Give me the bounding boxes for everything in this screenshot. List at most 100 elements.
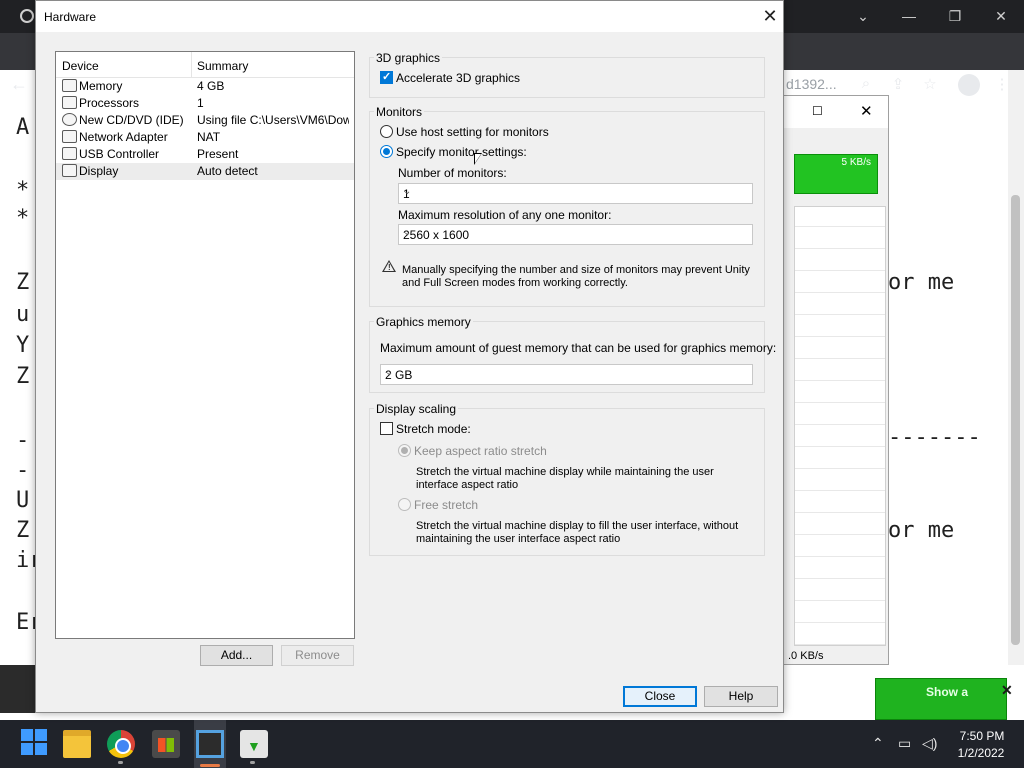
processor-icon [62, 96, 77, 109]
keep-aspect-label[interactable]: Keep aspect ratio stretch [414, 444, 547, 458]
column-header-device[interactable]: Device [62, 59, 99, 73]
profile-avatar-icon[interactable] [958, 74, 980, 96]
device-name: New CD/DVD (IDE) [79, 113, 184, 127]
clock-time[interactable]: 7:50 PM [955, 729, 1009, 743]
device-name: Display [79, 164, 119, 178]
use-host-label[interactable]: Use host setting for monitors [396, 125, 549, 139]
device-list[interactable]: Device Summary Memory 4 GB Processors 1 … [55, 51, 355, 639]
notification-text: Show a [926, 685, 969, 699]
num-monitors-select[interactable]: 1 ⌄ [398, 183, 753, 204]
device-name: Network Adapter [79, 130, 168, 144]
graphics-memory-select[interactable]: 2 GB ⌄ [380, 364, 753, 385]
traffic-graph [794, 206, 886, 646]
terminal-text: or me [888, 270, 955, 295]
device-summary: 1 [197, 96, 204, 110]
usb-controller-icon [62, 147, 77, 160]
column-divider[interactable] [191, 52, 192, 78]
terminal-text: Z [16, 518, 30, 543]
specify-monitor-label[interactable]: Specify monitor settings: [396, 145, 527, 159]
share-icon[interactable]: ⇪ [888, 75, 908, 93]
traffic-bar: 5 KB/s [794, 154, 878, 194]
zoom-icon[interactable]: ⌕ [856, 75, 876, 92]
maximize-icon[interactable]: ☐ [812, 104, 823, 118]
memory-icon [62, 79, 77, 92]
chevron-down-icon: ⌄ [385, 367, 394, 378]
traffic-rate: 5 KB/s [841, 157, 871, 168]
free-stretch-desc: Stretch the virtual machine display to f… [416, 520, 739, 545]
terminal-text: * [16, 206, 30, 231]
hardware-dialog: Hardware ✕ Device Summary Memory 4 GB Pr… [35, 0, 784, 713]
add-button[interactable]: Add... [200, 645, 273, 666]
monitor-close-icon[interactable]: ✕ [860, 102, 873, 120]
chevron-down-icon: ⌄ [403, 227, 412, 238]
vmware-icon[interactable] [196, 730, 224, 758]
dialog-titlebar: Hardware ✕ [36, 1, 783, 32]
bookmark-star-icon[interactable]: ☆ [920, 75, 940, 93]
monitor-warning-text: Manually specifying the number and size … [402, 264, 750, 289]
stretch-mode-label[interactable]: Stretch mode: [396, 422, 471, 436]
device-row-cd-dvd[interactable]: New CD/DVD (IDE) Using file C:\Users\VM6… [56, 112, 354, 129]
globe-icon [20, 9, 34, 23]
file-explorer-icon[interactable] [63, 730, 91, 758]
scrollbar-thumb[interactable] [1011, 195, 1020, 645]
close-button[interactable]: Close [623, 686, 697, 707]
background-app-strip [0, 665, 36, 713]
network-icon[interactable]: ▭ [898, 735, 911, 752]
dialog-close-icon[interactable]: ✕ [758, 5, 782, 27]
device-name: USB Controller [79, 147, 160, 161]
store-icon[interactable] [152, 730, 180, 758]
help-button[interactable]: Help [704, 686, 778, 707]
specify-monitor-radio[interactable] [380, 145, 393, 158]
chrome-icon[interactable] [107, 730, 135, 758]
device-row-processors[interactable]: Processors 1 [56, 95, 354, 112]
column-header-summary[interactable]: Summary [197, 59, 248, 73]
monitor-status: .0 KB/s [788, 650, 824, 662]
active-app-indicator [200, 764, 220, 767]
terminal-text: Z [16, 364, 30, 389]
browser-close-icon[interactable]: ✕ [978, 4, 1024, 28]
notification-popup[interactable]: Show a [875, 678, 1007, 720]
keep-aspect-radio[interactable] [398, 444, 411, 457]
group-label-graphics-memory: Graphics memory [374, 315, 473, 329]
terminal-text: A [16, 115, 30, 140]
terminal-text: - [16, 428, 30, 453]
free-stretch-label[interactable]: Free stretch [414, 498, 478, 512]
chevron-down-icon[interactable]: ⌄ [840, 4, 886, 28]
keep-aspect-desc: Stretch the virtual machine display whil… [416, 466, 714, 491]
download-app-icon[interactable] [240, 730, 268, 758]
device-row-network-adapter[interactable]: Network Adapter NAT [56, 129, 354, 146]
group-label-monitors: Monitors [374, 105, 425, 119]
terminal-text: Z [16, 270, 30, 295]
accelerate-3d-checkbox[interactable] [380, 70, 393, 84]
windows-start-icon[interactable] [20, 728, 48, 756]
free-stretch-radio[interactable] [398, 498, 411, 511]
remove-button[interactable]: Remove [281, 645, 354, 666]
notification-close-icon[interactable]: ✕ [1001, 682, 1013, 699]
device-row-memory[interactable]: Memory 4 GB [56, 78, 354, 95]
max-resolution-label: Maximum resolution of any one monitor: [398, 208, 612, 222]
restore-icon[interactable]: ❐ [932, 4, 978, 28]
terminal-text: u [16, 302, 30, 327]
terminal-text: U [16, 488, 30, 513]
terminal-text: - [16, 458, 30, 483]
use-host-radio[interactable] [380, 125, 393, 138]
network-monitor-window: ☐ ✕ 5 KB/s .0 KB/s [783, 95, 889, 665]
back-arrow-icon[interactable]: ← [10, 75, 28, 93]
device-list-header: Device Summary [56, 52, 354, 78]
display-icon [62, 164, 77, 177]
minimize-icon[interactable]: — [886, 4, 932, 28]
tray-chevron-up-icon[interactable]: ⌃ [872, 735, 884, 752]
device-row-display[interactable]: Display Auto detect [56, 163, 354, 180]
device-summary: Using file C:\Users\VM6\Dow... [197, 113, 349, 127]
device-row-usb-controller[interactable]: USB Controller Present [56, 146, 354, 163]
clock-date[interactable]: 1/2/2022 [950, 746, 1012, 760]
group-label-display-scaling: Display scaling [374, 402, 459, 416]
device-summary: 4 GB [197, 79, 225, 93]
max-resolution-select[interactable]: 2560 x 1600 ⌄ [398, 224, 753, 245]
volume-icon[interactable]: ◁) [922, 735, 937, 752]
stretch-mode-checkbox[interactable] [380, 422, 393, 435]
mouse-cursor-icon [474, 153, 482, 165]
network-adapter-icon [62, 130, 77, 143]
accelerate-3d-label[interactable]: Accelerate 3D graphics [396, 71, 520, 85]
address-bar[interactable]: d1392... [786, 76, 837, 92]
